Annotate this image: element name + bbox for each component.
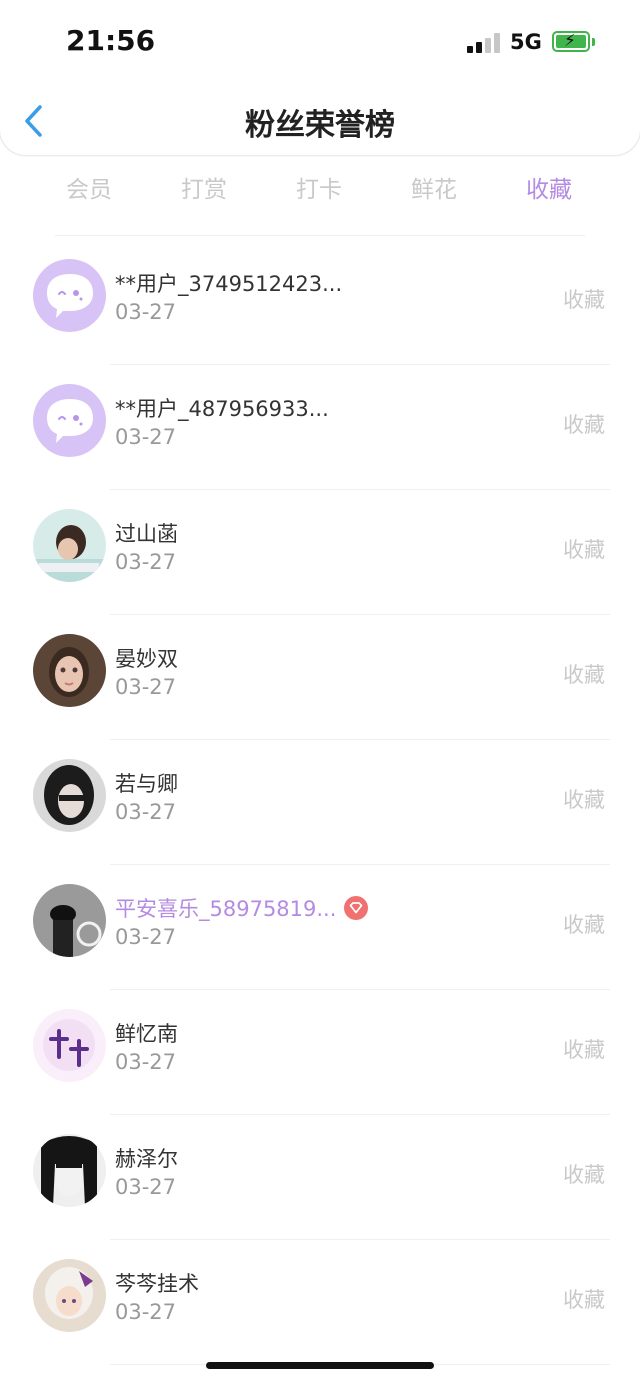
fan-date: 03-27: [115, 550, 177, 574]
list-item[interactable]: 芩芩挂术 03-27 收藏: [0, 1240, 640, 1365]
fan-name: 鲜忆南: [115, 1022, 178, 1046]
fan-name-text: 平安喜乐_58975819...: [115, 897, 337, 921]
tab-favorites[interactable]: 收藏: [499, 170, 599, 204]
favorite-label: 收藏: [563, 913, 605, 937]
avatar: [33, 634, 106, 707]
list-item[interactable]: 赫泽尔 03-27 收藏: [0, 1115, 640, 1240]
fan-date: 03-27: [115, 800, 177, 824]
fan-name: 若与卿: [115, 772, 178, 796]
fan-date: 03-27: [115, 675, 177, 699]
fan-name: 芩芩挂术: [115, 1272, 199, 1296]
list-item[interactable]: 平安喜乐_58975819... 03-27 收藏: [0, 865, 640, 990]
header: 21:56 5G ⚡ 粉丝荣誉榜: [0, 0, 640, 155]
tab-flowers[interactable]: 鲜花: [384, 170, 484, 204]
favorite-label: 收藏: [563, 538, 605, 562]
list-item[interactable]: 鲜忆南 03-27 收藏: [0, 990, 640, 1115]
tab-reward[interactable]: 打赏: [154, 170, 254, 204]
list-item[interactable]: 过山菡 03-27 收藏: [0, 490, 640, 615]
avatar: [33, 1134, 106, 1207]
fan-name: 过山菡: [115, 522, 178, 546]
tab-bar: 会员 打赏 打卡 鲜花 收藏: [0, 170, 640, 204]
page-title: 粉丝荣誉榜: [245, 108, 395, 143]
fan-date: 03-27: [115, 1050, 177, 1074]
fan-date: 03-27: [115, 1175, 177, 1199]
list-item[interactable]: 若与卿 03-27 收藏: [0, 740, 640, 865]
battery-cap: [592, 38, 595, 46]
signal-icon: [467, 33, 501, 53]
favorite-label: 收藏: [563, 663, 605, 687]
favorite-label: 收藏: [563, 413, 605, 437]
fan-date: 03-27: [115, 1300, 177, 1324]
fan-date: 03-27: [115, 925, 177, 949]
favorite-label: 收藏: [563, 788, 605, 812]
fan-date: 03-27: [115, 300, 177, 324]
favorite-label: 收藏: [563, 288, 605, 312]
avatar: [33, 384, 106, 457]
tab-member[interactable]: 会员: [39, 170, 139, 204]
network-label: 5G: [510, 30, 542, 54]
home-indicator[interactable]: [206, 1362, 434, 1369]
avatar: [33, 1009, 106, 1082]
fan-name: 晏妙双: [115, 647, 178, 671]
avatar: [33, 1259, 106, 1332]
favorite-label: 收藏: [563, 1163, 605, 1187]
list-item[interactable]: **用户_487956933... 03-27 收藏: [0, 365, 640, 490]
fan-name: 赫泽尔: [115, 1147, 178, 1171]
vip-diamond-icon: [344, 896, 369, 920]
avatar: [33, 509, 106, 582]
avatar: [33, 884, 106, 957]
fan-list: **用户_3749512423... 03-27 收藏 **用户_4879569…: [0, 240, 640, 1365]
fan-date: 03-27: [115, 425, 177, 449]
favorite-label: 收藏: [563, 1038, 605, 1062]
favorite-label: 收藏: [563, 1288, 605, 1312]
fan-name: 平安喜乐_58975819...: [115, 893, 369, 923]
tab-checkin[interactable]: 打卡: [269, 170, 369, 204]
fan-name: **用户_3749512423...: [115, 272, 343, 296]
status-time: 21:56: [66, 24, 156, 57]
divider: [55, 235, 585, 236]
avatar: [33, 759, 106, 832]
battery-icon: ⚡: [552, 31, 590, 52]
avatar: [33, 259, 106, 332]
list-item[interactable]: 晏妙双 03-27 收藏: [0, 615, 640, 740]
list-item[interactable]: **用户_3749512423... 03-27 收藏: [0, 240, 640, 365]
fan-name: **用户_487956933...: [115, 397, 329, 421]
